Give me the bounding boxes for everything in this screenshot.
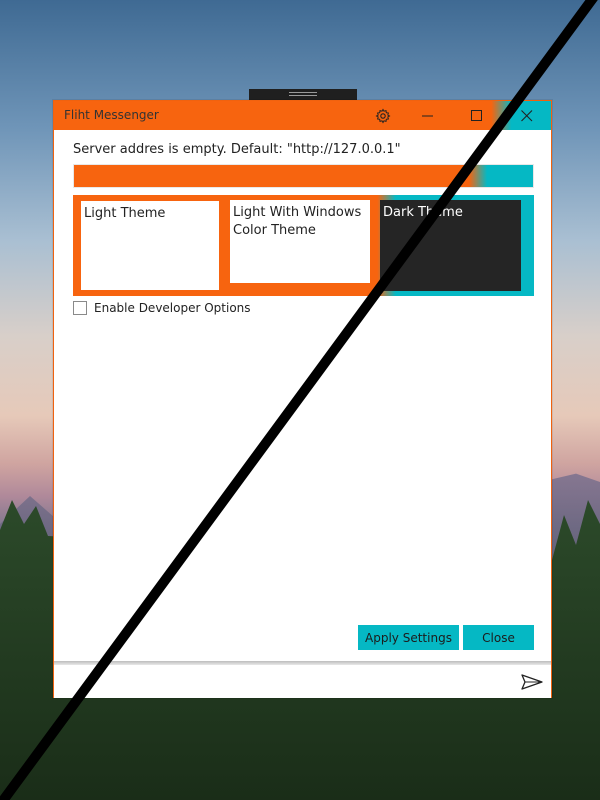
send-button[interactable]	[519, 670, 545, 694]
developer-options-label: Enable Developer Options	[94, 301, 251, 315]
minimize-button[interactable]	[405, 101, 451, 130]
close-window-button[interactable]	[504, 101, 550, 130]
message-bar	[54, 665, 551, 698]
gear-icon	[375, 108, 391, 123]
window-snap-handle[interactable]	[249, 89, 357, 100]
developer-options-checkbox[interactable]	[73, 301, 87, 315]
title-bar[interactable]: Fliht Messenger	[54, 101, 551, 130]
theme-card-dark[interactable]: Dark Theme	[380, 200, 521, 291]
app-window: Fliht Messenger Server addres is empty. …	[53, 100, 552, 698]
server-address-message: Server addres is empty. Default: "http:/…	[73, 142, 401, 157]
apply-settings-button[interactable]: Apply Settings	[358, 625, 459, 650]
settings-button[interactable]	[360, 101, 406, 130]
maximize-icon	[471, 109, 482, 121]
close-settings-button[interactable]: Close	[463, 625, 534, 650]
close-icon	[521, 109, 533, 121]
theme-card-light[interactable]: Light Theme	[80, 200, 220, 291]
minimize-icon	[422, 115, 433, 116]
server-address-input[interactable]	[73, 164, 534, 188]
theme-selector: Light Theme Light With Windows Color The…	[73, 195, 534, 296]
maximize-button[interactable]	[454, 101, 500, 130]
developer-options-row[interactable]: Enable Developer Options	[73, 300, 251, 316]
settings-panel: Server addres is empty. Default: "http:/…	[54, 130, 551, 660]
send-icon	[521, 674, 543, 690]
theme-card-accent-strip	[230, 283, 370, 291]
message-input[interactable]	[60, 669, 500, 693]
theme-card-light-windows-color[interactable]: Light With Windows Color Theme	[230, 200, 370, 283]
window-title: Fliht Messenger	[64, 108, 159, 122]
